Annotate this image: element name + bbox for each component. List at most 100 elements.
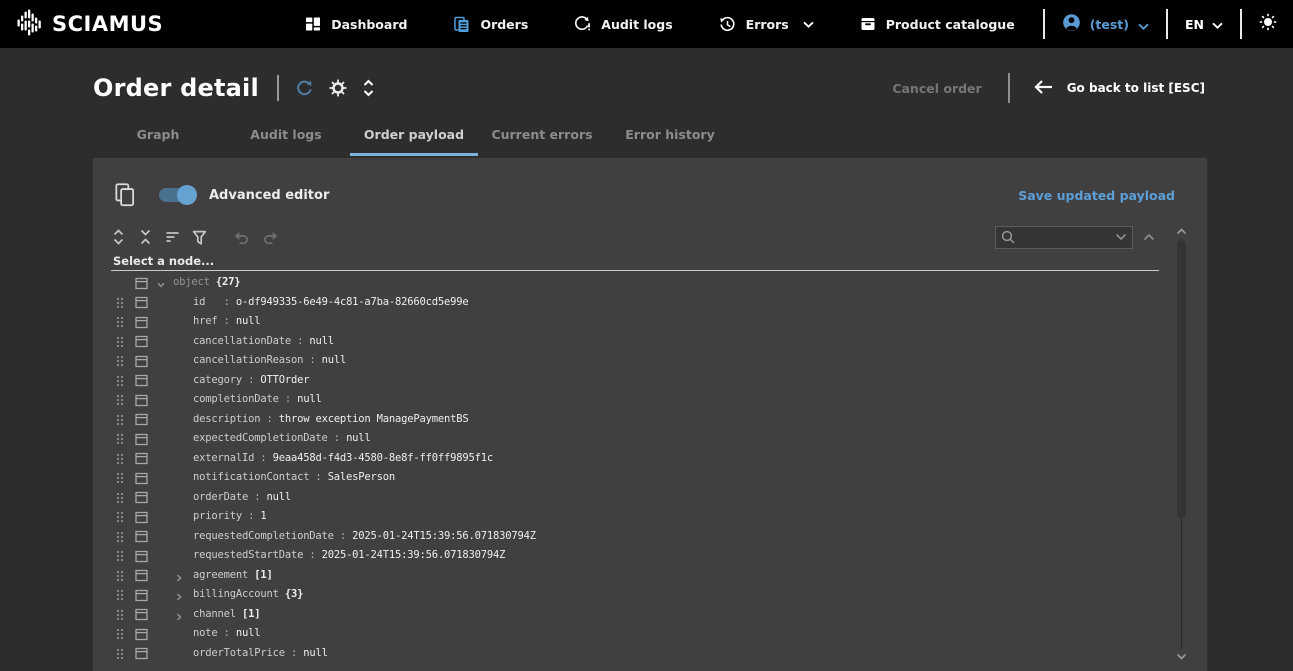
search-icon — [1001, 230, 1015, 244]
node-value: throw exception ManagePaymentBS — [279, 413, 469, 425]
tree-row[interactable]: cancellationDate : null — [111, 332, 1189, 352]
tree-row[interactable]: category : OTTOrder — [111, 371, 1189, 391]
redo-icon[interactable] — [262, 230, 279, 245]
node-content: cancellationDate : null — [111, 332, 1189, 352]
refresh-icon[interactable] — [295, 79, 314, 98]
node-value: null — [346, 432, 371, 444]
tree-row[interactable]: completionDate : null — [111, 390, 1189, 410]
nav-right-cluster: (test) EN — [1043, 9, 1277, 39]
node-content: category : OTTOrder — [111, 371, 1189, 391]
user-menu[interactable]: (test) — [1062, 13, 1149, 36]
sort-icon[interactable] — [165, 230, 180, 244]
node-type-icon[interactable] — [135, 647, 148, 668]
tab-graph[interactable]: Graph — [94, 114, 222, 156]
nav-item-product-catalogue[interactable]: Product catalogue — [860, 16, 1015, 32]
node-key: href — [193, 315, 218, 327]
node-value: OTTOrder — [260, 374, 309, 386]
editor-toolbar — [111, 224, 1189, 250]
settings-gear-icon[interactable] — [329, 79, 347, 97]
tree-row[interactable]: expectedCompletionDate : null — [111, 429, 1189, 449]
node-content: completionDate : null — [111, 390, 1189, 410]
search-group — [995, 226, 1155, 249]
nav-item-audit-logs[interactable]: Audit logs — [574, 16, 672, 32]
node-content: note : null — [111, 624, 1189, 644]
tree-row[interactable]: requestedStartDate : 2025-01-24T15:39:56… — [111, 546, 1189, 566]
save-updated-payload-link[interactable]: Save updated payload — [1018, 188, 1175, 203]
key-value-separator: : — [218, 296, 236, 308]
node-type-label: object — [173, 276, 210, 288]
theme-toggle-sun-icon[interactable] — [1259, 13, 1277, 35]
errors-history-icon — [719, 16, 736, 33]
key-value-separator: : — [279, 393, 297, 405]
key-value-separator: : — [334, 530, 352, 542]
node-value: 2025-01-24T15:39:56.071830794Z — [352, 530, 536, 542]
node-content: expectedCompletionDate : null — [111, 429, 1189, 449]
advanced-editor-label: Advanced editor — [209, 188, 329, 203]
editor-scrollbar[interactable] — [1173, 224, 1189, 663]
tree-row[interactable]: orderTotalPrice : null — [111, 644, 1189, 664]
tab-error-history[interactable]: Error history — [606, 114, 734, 156]
tree-row[interactable]: channel [1] — [111, 605, 1189, 625]
undo-icon[interactable] — [233, 230, 250, 245]
expand-collapse-icon[interactable] — [362, 79, 375, 97]
copy-icon[interactable] — [115, 183, 135, 207]
brand[interactable]: SCIAMUS — [16, 9, 163, 40]
expand-all-icon[interactable] — [111, 229, 126, 245]
tree-row[interactable]: priority : 1 — [111, 507, 1189, 527]
scrollbar-up-icon[interactable] — [1176, 224, 1187, 238]
key-value-separator: : — [254, 452, 272, 464]
tab-order-payload[interactable]: Order payload — [350, 114, 478, 156]
key-value-separator: : — [242, 510, 260, 522]
audit-logs-icon — [574, 16, 591, 32]
search-input[interactable] — [1020, 230, 1111, 244]
node-value: null — [236, 627, 261, 639]
go-back-button[interactable]: Go back to list [ESC] — [1032, 79, 1205, 98]
node-content: orderDate : null — [111, 488, 1189, 508]
orders-icon — [453, 16, 470, 33]
root-node-label: object {27} — [111, 273, 1189, 293]
chevron-down-icon — [1212, 17, 1223, 32]
search-next-icon[interactable] — [1115, 233, 1127, 241]
nav-item-dashboard[interactable]: Dashboard — [305, 16, 407, 32]
node-key: expectedCompletionDate — [193, 432, 328, 444]
node-key: requestedStartDate — [193, 549, 303, 561]
filter-icon[interactable] — [192, 230, 207, 245]
node-value: null — [309, 335, 334, 347]
cancel-order-button[interactable]: Cancel order — [892, 81, 981, 96]
collapse-all-icon[interactable] — [138, 229, 153, 245]
sciamus-logo-icon — [16, 9, 43, 40]
scrollbar-thumb[interactable] — [1177, 240, 1186, 519]
tab-current-errors[interactable]: Current errors — [478, 114, 606, 156]
tree-row-root[interactable]: object {27} — [111, 273, 1189, 293]
tree-row[interactable]: cancellationReason : null — [111, 351, 1189, 371]
scrollbar-down-icon[interactable] — [1176, 649, 1187, 663]
node-key: agreement — [193, 569, 248, 581]
product-catalogue-icon — [860, 16, 876, 32]
node-content: billingAccount {3} — [111, 585, 1189, 605]
node-value: o-df949335-6e49-4c81-a7ba-82660cd5e99e — [236, 296, 469, 308]
drag-handle-icon[interactable] — [116, 648, 124, 668]
tree-row[interactable]: externalId : 9eaa458d-f4d3-4580-8e8f-ff0… — [111, 449, 1189, 469]
tree-row[interactable]: href : null — [111, 312, 1189, 332]
tree-row[interactable]: agreement [1] — [111, 566, 1189, 586]
search-box[interactable] — [995, 226, 1133, 249]
scrollbar-track[interactable] — [1177, 238, 1186, 649]
nav-item-orders[interactable]: Orders — [453, 16, 528, 33]
tree-row[interactable]: description : throw exception ManagePaym… — [111, 410, 1189, 430]
tree-row[interactable]: billingAccount {3} — [111, 585, 1189, 605]
node-key: cancellationReason — [193, 354, 303, 366]
node-path-breadcrumb[interactable]: Select a node... — [111, 253, 1159, 271]
tree-row[interactable]: id : o-df949335-6e49-4c81-a7ba-82660cd5e… — [111, 293, 1189, 313]
node-value: SalesPerson — [328, 471, 395, 483]
tree-row[interactable]: requestedCompletionDate : 2025-01-24T15:… — [111, 527, 1189, 547]
advanced-editor-toggle[interactable] — [159, 188, 195, 202]
tree-row[interactable]: notificationContact : SalesPerson — [111, 468, 1189, 488]
dashboard-icon — [305, 16, 321, 32]
search-previous-icon[interactable] — [1143, 233, 1155, 241]
language-menu[interactable]: EN — [1185, 17, 1223, 32]
tab-audit-logs[interactable]: Audit logs — [222, 114, 350, 156]
tree-row[interactable]: note : null — [111, 624, 1189, 644]
key-value-separator: : — [328, 432, 346, 444]
nav-item-errors[interactable]: Errors — [719, 16, 814, 33]
tree-row[interactable]: orderDate : null — [111, 488, 1189, 508]
